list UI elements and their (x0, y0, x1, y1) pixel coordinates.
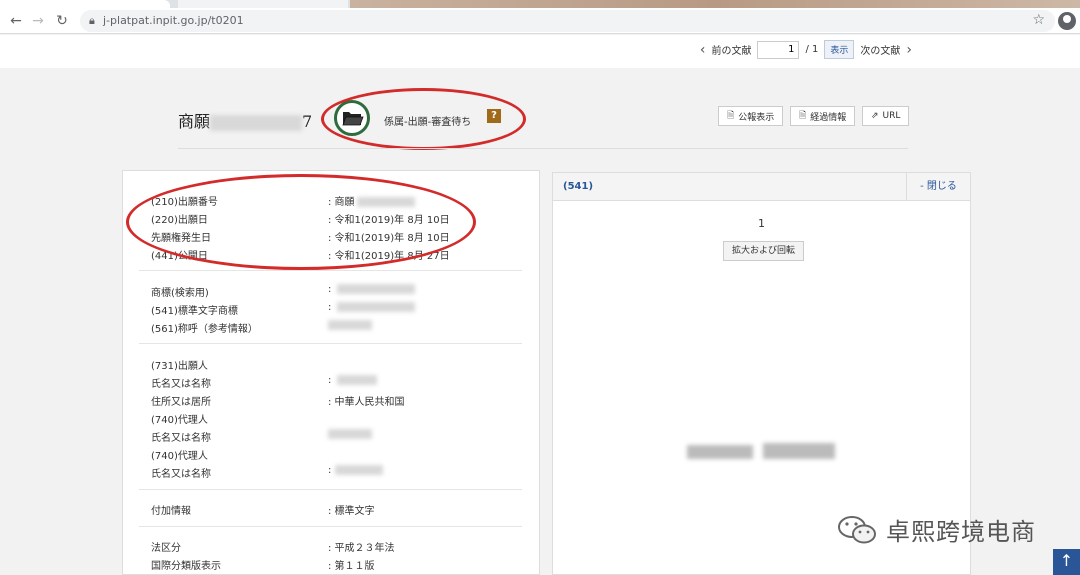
detail-label: 付加情報 (151, 506, 191, 517)
detail-value: : 平成２３年法 (328, 543, 395, 554)
detail-value: : 令和1(2019)年 8月 10日 (328, 215, 450, 226)
browser-tabstrip (0, 0, 1080, 8)
detail-value: : (328, 465, 384, 476)
section-divider (139, 270, 522, 271)
forward-arrow-icon[interactable]: → (28, 11, 48, 31)
close-panel-button[interactable]: - 閉じる (906, 173, 970, 201)
detail-label: 国際分類版表示 (151, 561, 221, 572)
detail-value: : (328, 284, 416, 295)
detail-label: 先願権発生日 (151, 233, 211, 244)
back-arrow-icon[interactable]: ← (6, 11, 26, 31)
application-status: 係属-出願-審査待ち (384, 117, 472, 128)
detail-label: (731)出願人 (151, 361, 208, 372)
detail-label: (441)公開日 (151, 251, 208, 262)
detail-value (328, 320, 372, 331)
trademark-image (687, 445, 753, 459)
detail-label: 氏名又は名称 (151, 433, 211, 444)
trademark-image (763, 443, 835, 459)
external-link-icon: ⇗ (871, 111, 879, 121)
browser-toolbar: ← → ↻ 🔒︎ j-platpat.inpit.go.jp/t0201 ☆ (0, 8, 1080, 34)
browser-tab-background (350, 0, 1080, 8)
lock-icon: 🔒︎ (89, 14, 95, 27)
section-divider (139, 526, 522, 527)
redacted-number (210, 114, 303, 131)
page-number-input[interactable] (757, 40, 800, 59)
detail-label: (740)代理人 (151, 415, 208, 426)
document-icon: 🗎 (799, 111, 807, 121)
detail-value: : 令和1(2019)年 8月 27日 (328, 251, 450, 262)
detail-value: : 令和1(2019)年 8月 10日 (328, 233, 450, 244)
detail-label: 住所又は居所 (151, 397, 211, 408)
bookmark-star-icon[interactable]: ☆ (1032, 12, 1045, 28)
scroll-to-top-button[interactable]: ↑ (1053, 549, 1080, 575)
next-document-link[interactable]: 次の文献 (860, 42, 900, 57)
url-button[interactable]: ⇗ URL (862, 106, 910, 126)
help-icon[interactable]: ? (487, 109, 501, 123)
browser-tab[interactable] (178, 0, 348, 8)
detail-label: 氏名又は名称 (151, 469, 211, 480)
url-text: j-platpat.inpit.go.jp/t0201 (103, 14, 244, 27)
detail-value: : (328, 302, 416, 313)
image-panel-header: (541) - 閉じる (553, 173, 970, 201)
detail-label: (220)出願日 (151, 215, 208, 226)
prev-document-link[interactable]: 前の文献 (711, 42, 751, 57)
detail-value: : 中華人民共和国 (328, 397, 405, 408)
page-title: 商願 7 (178, 108, 312, 132)
detail-label: (561)称呼（参考情報） (151, 324, 258, 335)
chevron-right-icon[interactable]: › (906, 42, 912, 58)
folder-icon (334, 100, 370, 136)
detail-value: : 第１１版 (328, 561, 375, 572)
document-icon: 🗎 (727, 111, 735, 121)
section-divider (139, 343, 522, 344)
reload-icon[interactable]: ↻ (52, 11, 72, 31)
chevron-left-icon[interactable]: ‹ (700, 42, 706, 58)
detail-label: 氏名又は名称 (151, 379, 211, 390)
detail-value: : 商願 (328, 193, 415, 208)
detail-label: (210)出願番号 (151, 197, 218, 208)
detail-value: : (328, 375, 378, 386)
show-button[interactable]: 表示 (824, 40, 855, 59)
detail-value (328, 429, 372, 440)
detail-value: : 標準文字 (328, 506, 375, 517)
progress-info-button[interactable]: 🗎 経過情報 (790, 106, 856, 126)
watermark-text: 卓熙跨境电商 (886, 518, 1036, 546)
image-panel-code: (541) (563, 181, 594, 192)
detail-label: 商標(検索用) (151, 288, 209, 299)
page-total: / 1 (805, 44, 819, 55)
document-pager-bar: ‹ 前の文献 / 1 表示 次の文献 › (0, 35, 1080, 68)
detail-label: 法区分 (151, 543, 181, 554)
header-divider (178, 148, 908, 149)
detail-label: (740)代理人 (151, 451, 208, 462)
detail-label: (541)標準文字商標 (151, 306, 238, 317)
document-pager: ‹ 前の文献 / 1 表示 次の文献 › (700, 40, 912, 59)
address-bar[interactable]: 🔒︎ j-platpat.inpit.go.jp/t0201 ☆ (80, 10, 1055, 32)
wechat-icon (838, 515, 876, 543)
arrow-up-icon: ↑ (1059, 551, 1074, 570)
section-divider (139, 489, 522, 490)
title-suffix: 7 (302, 112, 313, 131)
zoom-rotate-button[interactable]: 拡大および回転 (723, 241, 805, 261)
watermark: 卓熙跨境电商 (836, 512, 1036, 547)
image-page-number: 1 (758, 217, 765, 230)
browser-tab-active[interactable] (0, 0, 170, 8)
gazette-view-button[interactable]: 🗎 公報表示 (718, 106, 784, 126)
title-prefix: 商願 (178, 112, 211, 131)
bibliographic-details-panel: (210)出願番号 : 商願 (220)出願日 : 令和1(2019)年 8月 … (122, 170, 540, 575)
profile-avatar-icon[interactable] (1058, 12, 1076, 30)
